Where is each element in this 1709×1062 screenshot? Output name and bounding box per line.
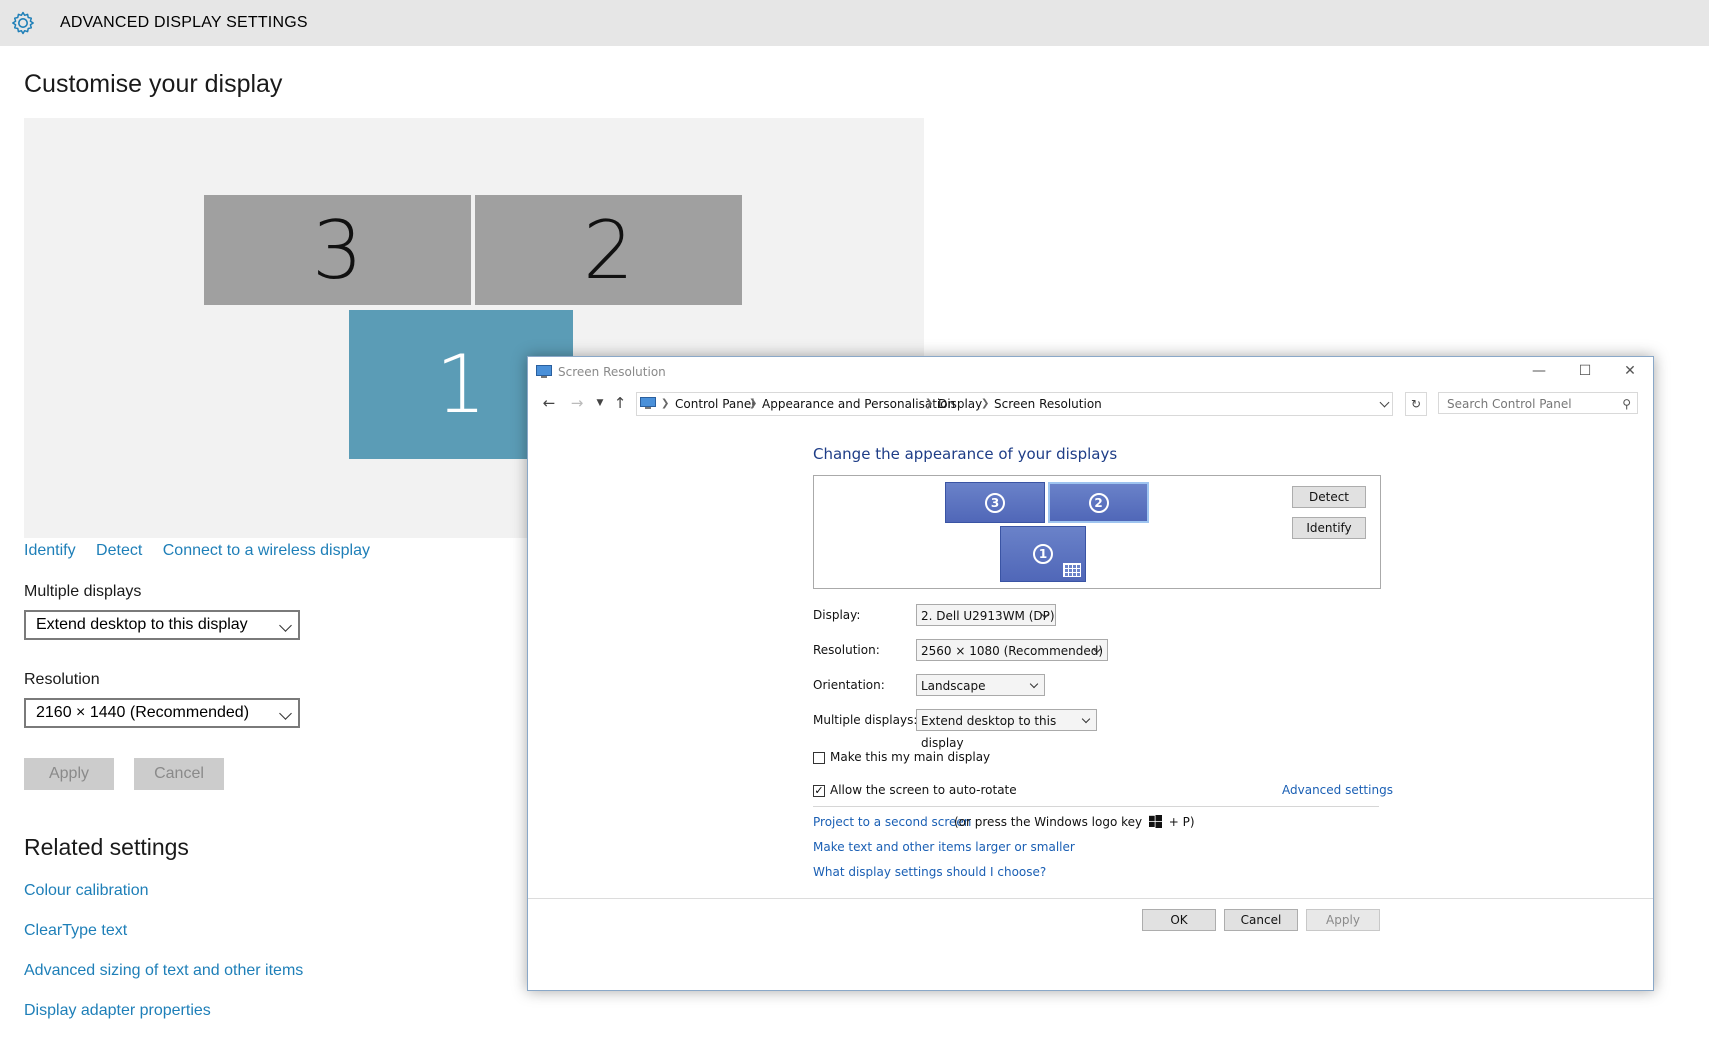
text-size-link[interactable]: Make text and other items larger or smal… — [813, 840, 1075, 854]
control-panel-icon — [640, 397, 656, 409]
footer-divider — [528, 898, 1653, 899]
orientation-value: Landscape — [921, 679, 986, 693]
apply-button[interactable]: Apply — [24, 758, 114, 790]
search-input[interactable]: Search Control Panel ⚲ — [1438, 392, 1638, 414]
close-icon[interactable]: ✕ — [1608, 357, 1652, 385]
identify-link[interactable]: Identify — [24, 542, 76, 559]
breadcrumb-control-panel[interactable]: Control Panel — [675, 393, 755, 415]
display-label: Display: — [813, 608, 861, 622]
main-display-checkbox[interactable] — [813, 752, 825, 764]
chevron-down-icon — [1029, 679, 1039, 689]
search-placeholder: Search Control Panel — [1447, 397, 1572, 411]
project-hint: (or press the Windows logo key + P) — [954, 815, 1195, 829]
resolution-label: Resolution — [24, 671, 100, 688]
breadcrumb-screen-resolution[interactable]: Screen Resolution — [994, 393, 1102, 415]
wireless-display-link[interactable]: Connect to a wireless display — [163, 542, 370, 559]
maximize-icon[interactable]: ☐ — [1563, 357, 1607, 385]
minimize-icon[interactable]: — — [1517, 357, 1561, 385]
detect-button[interactable]: Detect — [1292, 486, 1366, 508]
chevron-down-icon — [279, 619, 292, 632]
address-bar[interactable]: ❯ Control Panel ❯ Appearance and Persona… — [636, 392, 1393, 416]
refresh-icon[interactable]: ↻ — [1405, 392, 1427, 416]
chevron-down-icon — [1081, 714, 1091, 724]
page-title: Customise your display — [24, 70, 283, 98]
monitor-icon — [536, 365, 552, 378]
multiple-displays-label: Multiple displays: — [813, 713, 918, 727]
monitor-number: 3 — [312, 203, 363, 297]
cp-window-title: Screen Resolution — [558, 365, 666, 379]
cancel-button[interactable]: Cancel — [134, 758, 224, 790]
breadcrumb-display[interactable]: Display — [938, 393, 982, 415]
resolution-value: 2160 × 1440 (Recommended) — [36, 704, 250, 721]
apply-button[interactable]: Apply — [1306, 909, 1380, 931]
auto-rotate-label: Allow the screen to auto-rotate — [830, 783, 1017, 797]
multiple-displays-select[interactable]: Extend desktop to this display — [916, 709, 1097, 750]
resolution-label: Resolution: — [813, 643, 880, 657]
display-value: 2. Dell U2913WM (DP) — [921, 609, 1055, 623]
preview-monitor-3[interactable]: 3 — [945, 482, 1045, 523]
cp-heading: Change the appearance of your displays — [813, 445, 1118, 463]
windows-logo-icon — [1148, 815, 1162, 828]
display-preview: 3 2 1 Detect Identify — [813, 475, 1381, 589]
address-row: ← → ▼ ↑ ❯ Control Panel ❯ Appearance and… — [528, 392, 1653, 418]
related-settings-heading: Related settings — [24, 834, 189, 860]
monitor-number-badge: 1 — [1033, 544, 1053, 564]
preview-monitor-2[interactable]: 2 — [1048, 482, 1149, 523]
auto-rotate-checkbox[interactable]: ✓ — [813, 785, 825, 797]
project-second-screen-link[interactable]: Project to a second screen — [813, 815, 971, 829]
main-display-label: Make this my main display — [830, 750, 991, 764]
chevron-down-icon[interactable] — [1379, 397, 1390, 408]
gear-icon — [12, 11, 34, 35]
display-actions: Identify Detect Connect to a wireless di… — [24, 542, 386, 560]
breadcrumb-separator-icon: ❯ — [981, 398, 990, 409]
divider — [813, 806, 1379, 807]
detect-link[interactable]: Detect — [96, 542, 142, 559]
monitor-number: 2 — [583, 203, 634, 297]
settings-titlebar: ADVANCED DISPLAY SETTINGS — [0, 0, 1709, 46]
advanced-settings-link[interactable]: Advanced settings — [1282, 783, 1393, 797]
monitor-number-badge: 2 — [1088, 492, 1109, 513]
search-icon: ⚲ — [1622, 397, 1631, 411]
monitor-2[interactable]: 2 — [475, 195, 742, 305]
multiple-displays-select[interactable]: Extend desktop to this display — [24, 610, 300, 640]
breadcrumb-separator-icon: ❯ — [749, 398, 758, 409]
resolution-value: 2560 × 1080 (Recommended) — [921, 644, 1104, 658]
resolution-select[interactable]: 2560 × 1080 (Recommended) — [916, 639, 1108, 661]
breadcrumb-separator-icon: ❯ — [925, 398, 934, 409]
project-hint-text: (or press the Windows logo key — [954, 815, 1143, 829]
colour-calibration-link[interactable]: Colour calibration — [24, 882, 149, 900]
multiple-displays-value: Extend desktop to this display — [36, 616, 248, 633]
advanced-sizing-link[interactable]: Advanced sizing of text and other items — [24, 962, 303, 980]
preview-monitor-1[interactable]: 1 — [1000, 526, 1086, 582]
recent-locations-icon[interactable]: ▼ — [589, 398, 611, 408]
monitor-number: 1 — [435, 338, 487, 431]
orientation-label: Orientation: — [813, 678, 885, 692]
cancel-button[interactable]: Cancel — [1224, 909, 1298, 931]
forward-arrow-icon[interactable]: → — [566, 394, 588, 412]
back-arrow-icon[interactable]: ← — [538, 394, 560, 412]
resolution-select[interactable]: 2160 × 1440 (Recommended) — [24, 698, 300, 728]
window-title: ADVANCED DISPLAY SETTINGS — [60, 14, 308, 31]
identify-button[interactable]: Identify — [1292, 517, 1366, 539]
monitor-3[interactable]: 3 — [204, 195, 471, 305]
up-arrow-icon[interactable]: ↑ — [609, 394, 631, 412]
screen-resolution-window: Screen Resolution — ☐ ✕ ← → ▼ ↑ ❯ Contro… — [527, 356, 1654, 991]
project-hint-suffix: + P) — [1168, 815, 1195, 829]
display-select[interactable]: 2. Dell U2913WM (DP) — [916, 604, 1056, 626]
cp-titlebar: Screen Resolution — ☐ ✕ — [528, 357, 1653, 387]
ok-button[interactable]: OK — [1142, 909, 1216, 931]
monitor-number-badge: 3 — [985, 492, 1005, 513]
multiple-displays-value: Extend desktop to this display — [921, 714, 1057, 750]
breadcrumb-separator-icon: ❯ — [661, 398, 670, 409]
cleartype-link[interactable]: ClearType text — [24, 922, 127, 940]
display-adapter-link[interactable]: Display adapter properties — [24, 1002, 211, 1020]
tablet-grid-icon — [1063, 563, 1081, 577]
orientation-select[interactable]: Landscape — [916, 674, 1045, 696]
chevron-down-icon — [279, 707, 292, 720]
multiple-displays-label: Multiple displays — [24, 583, 142, 600]
which-settings-link[interactable]: What display settings should I choose? — [813, 865, 1046, 879]
